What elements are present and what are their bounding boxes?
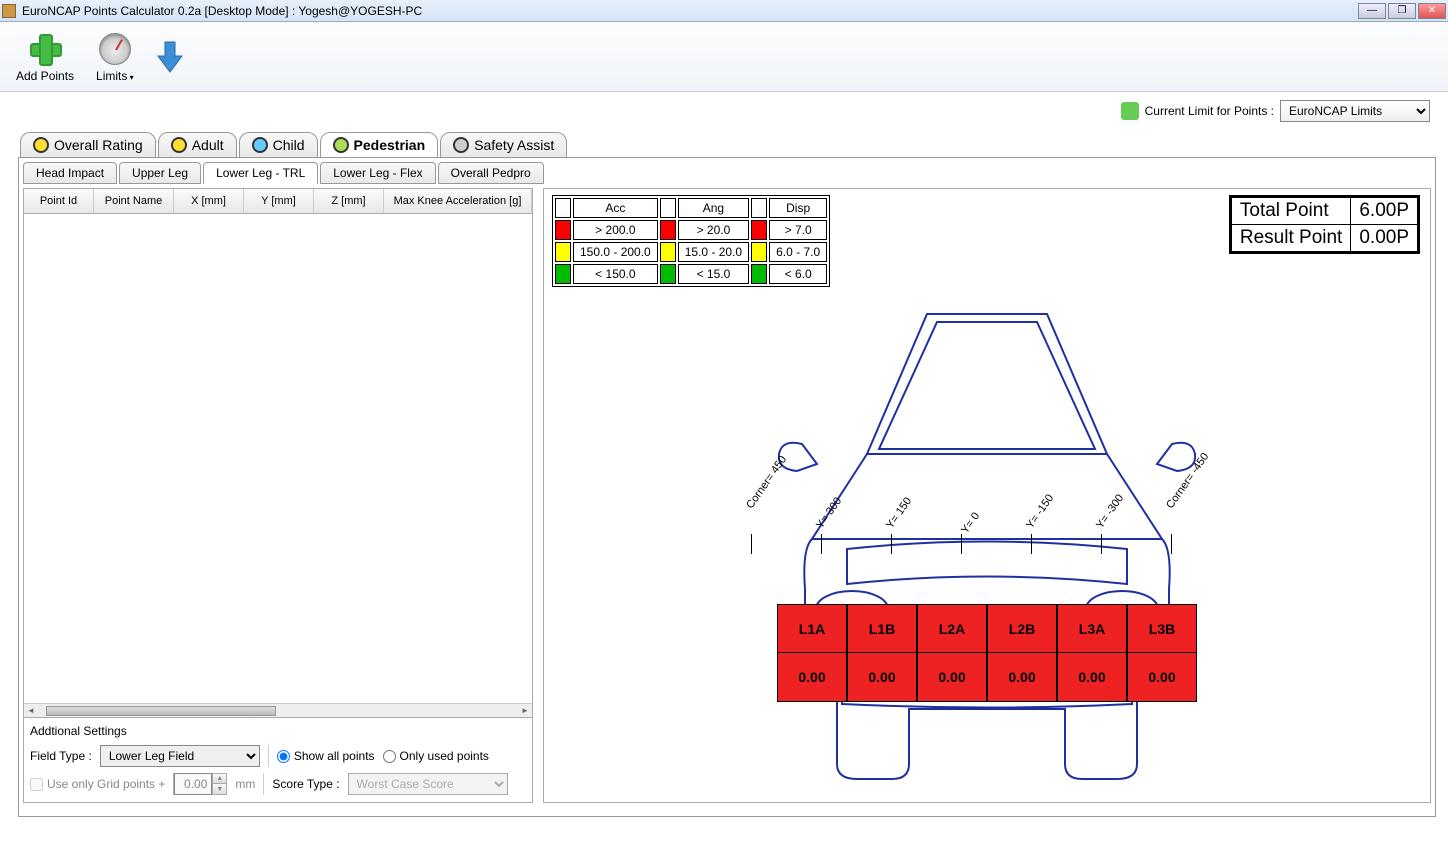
window-titlebar: EuroNCAP Points Calculator 0.2a [Desktop… <box>0 0 1448 22</box>
subtab-upper-leg[interactable]: Upper Leg <box>119 162 201 184</box>
add-points-button[interactable]: Add Points <box>10 29 80 85</box>
only-used-radio[interactable]: Only used points <box>383 749 489 763</box>
field-type-select[interactable]: Lower Leg Field <box>100 745 260 767</box>
tab-safety-assist[interactable]: Safety Assist <box>440 132 567 157</box>
subtab-lower-leg-flex[interactable]: Lower Leg - Flex <box>320 162 435 184</box>
result-point-value: 0.00P <box>1351 225 1418 252</box>
col-point-name[interactable]: Point Name <box>94 189 174 213</box>
zone-l3a[interactable]: L3A0.00 <box>1057 604 1127 702</box>
content-frame: Head Impact Upper Leg Lower Leg - TRL Lo… <box>18 157 1436 817</box>
car-diagram <box>687 289 1287 789</box>
limits-button[interactable]: Limits ▾ <box>90 29 140 85</box>
points-table-panel: Point Id Point Name X [mm] Y [mm] Z [mm]… <box>23 188 533 803</box>
tab-overall-rating[interactable]: Overall Rating <box>20 132 156 157</box>
safety-icon <box>453 137 469 153</box>
close-button[interactable]: ✕ <box>1418 3 1446 19</box>
limit-selector-bar: Current Limit for Points : EuroNCAP Limi… <box>1121 100 1430 122</box>
toolbar: Add Points Limits ▾ <box>0 22 1448 92</box>
app-icon <box>2 4 16 18</box>
grid-offset-input[interactable] <box>174 773 212 795</box>
sub-tabs: Head Impact Upper Leg Lower Leg - TRL Lo… <box>23 162 1431 184</box>
tab-pedestrian[interactable]: Pedestrian <box>320 132 439 157</box>
limit-select[interactable]: EuroNCAP Limits <box>1280 100 1430 122</box>
maximize-button[interactable]: ❐ <box>1388 3 1416 19</box>
spinner-down[interactable]: ▼ <box>212 784 226 794</box>
grid-offset-spinner[interactable]: ▲▼ <box>173 773 227 795</box>
pedestrian-icon <box>333 137 349 153</box>
col-max-knee[interactable]: Max Knee Acceleration [g] <box>384 189 532 213</box>
grid-body[interactable] <box>24 214 532 703</box>
limit-label: Current Limit for Points : <box>1145 104 1274 118</box>
result-point-label: Result Point <box>1231 225 1350 252</box>
score-box: Total Point6.00P Result Point0.00P <box>1229 195 1420 254</box>
horizontal-scrollbar[interactable] <box>24 703 532 717</box>
zone-l1a[interactable]: L1A0.00 <box>777 604 847 702</box>
bumper-zones: L1A0.00 L1B0.00 L2A0.00 L2B0.00 L3A0.00 … <box>777 604 1197 702</box>
col-x[interactable]: X [mm] <box>174 189 244 213</box>
score-type-select[interactable]: Worst Case Score <box>348 773 508 795</box>
col-point-id[interactable]: Point Id <box>24 189 94 213</box>
child-icon <box>252 137 268 153</box>
score-type-label: Score Type : <box>272 777 339 791</box>
legend-table: AccAngDisp > 200.0> 20.0> 7.0 150.0 - 20… <box>552 195 830 287</box>
grid-points-checkbox[interactable]: Use only Grid points + <box>30 777 165 791</box>
additional-settings: Addtional Settings Field Type : Lower Le… <box>24 717 532 802</box>
limit-icon <box>1121 102 1139 120</box>
grid-header: Point Id Point Name X [mm] Y [mm] Z [mm]… <box>24 189 532 214</box>
field-type-label: Field Type : <box>30 749 92 763</box>
total-point-value: 6.00P <box>1351 198 1418 225</box>
gauge-icon <box>99 33 131 65</box>
subtab-overall-pedpro[interactable]: Overall Pedpro <box>438 162 544 184</box>
tab-child[interactable]: Child <box>239 132 318 157</box>
window-title: EuroNCAP Points Calculator 0.2a [Desktop… <box>22 4 422 18</box>
subtab-head-impact[interactable]: Head Impact <box>23 162 117 184</box>
limits-label: Limits ▾ <box>96 69 134 83</box>
tab-adult[interactable]: Adult <box>158 132 237 157</box>
adult-icon <box>171 137 187 153</box>
zone-l2a[interactable]: L2A0.00 <box>917 604 987 702</box>
spinner-up[interactable]: ▲ <box>212 774 226 784</box>
main-tabs: Overall Rating Adult Child Pedestrian Sa… <box>0 132 1448 157</box>
scrollbar-thumb[interactable] <box>46 706 276 716</box>
col-y[interactable]: Y [mm] <box>244 189 314 213</box>
zone-l2b[interactable]: L2B0.00 <box>987 604 1057 702</box>
star-icon <box>33 137 49 153</box>
settings-title: Addtional Settings <box>30 722 526 742</box>
visualization-panel: AccAngDisp > 200.0> 20.0> 7.0 150.0 - 20… <box>543 188 1431 803</box>
add-points-label: Add Points <box>16 69 74 83</box>
minimize-button[interactable]: — <box>1358 3 1386 19</box>
plus-icon <box>30 34 60 64</box>
total-point-label: Total Point <box>1231 198 1350 225</box>
show-all-radio[interactable]: Show all points <box>277 749 375 763</box>
col-z[interactable]: Z [mm] <box>314 189 384 213</box>
grid-unit: mm <box>235 777 255 791</box>
zone-l1b[interactable]: L1B0.00 <box>847 604 917 702</box>
download-button[interactable] <box>150 38 190 76</box>
zone-l3b[interactable]: L3B0.00 <box>1127 604 1197 702</box>
subtab-lower-leg-trl[interactable]: Lower Leg - TRL <box>203 162 318 184</box>
arrow-down-icon <box>156 40 184 74</box>
